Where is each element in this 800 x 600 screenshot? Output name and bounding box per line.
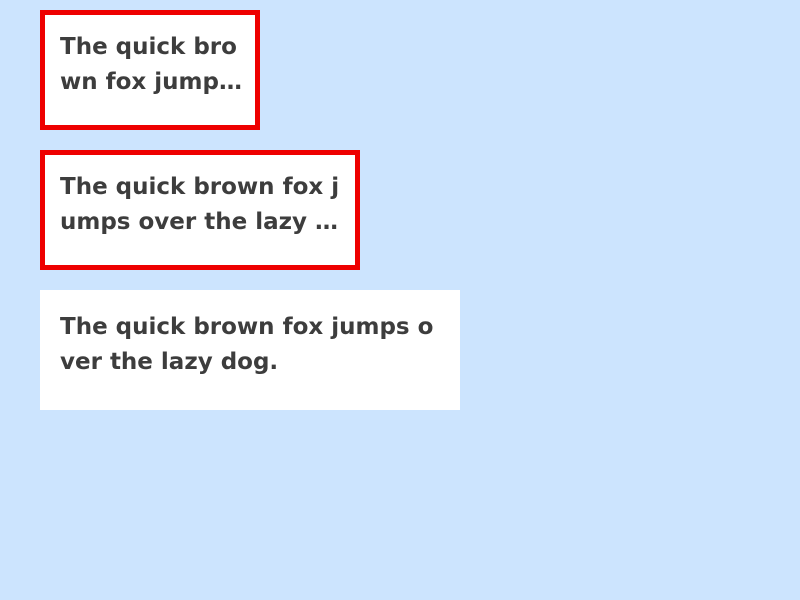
text-box-medium: The quick brown fox jumps over the lazy … bbox=[40, 150, 360, 270]
text-box-narrow: The quick brown fox jumps over the lazy … bbox=[40, 10, 260, 130]
text-box-medium-text: The quick brown fox jumps over the lazy … bbox=[60, 174, 340, 235]
text-box-wide-text: The quick brown fox jumps over the lazy … bbox=[60, 314, 434, 375]
text-box-wide: The quick brown fox jumps over the lazy … bbox=[40, 290, 460, 410]
text-box-narrow-text: The quick brown fox jumps over the lazy … bbox=[60, 34, 237, 95]
